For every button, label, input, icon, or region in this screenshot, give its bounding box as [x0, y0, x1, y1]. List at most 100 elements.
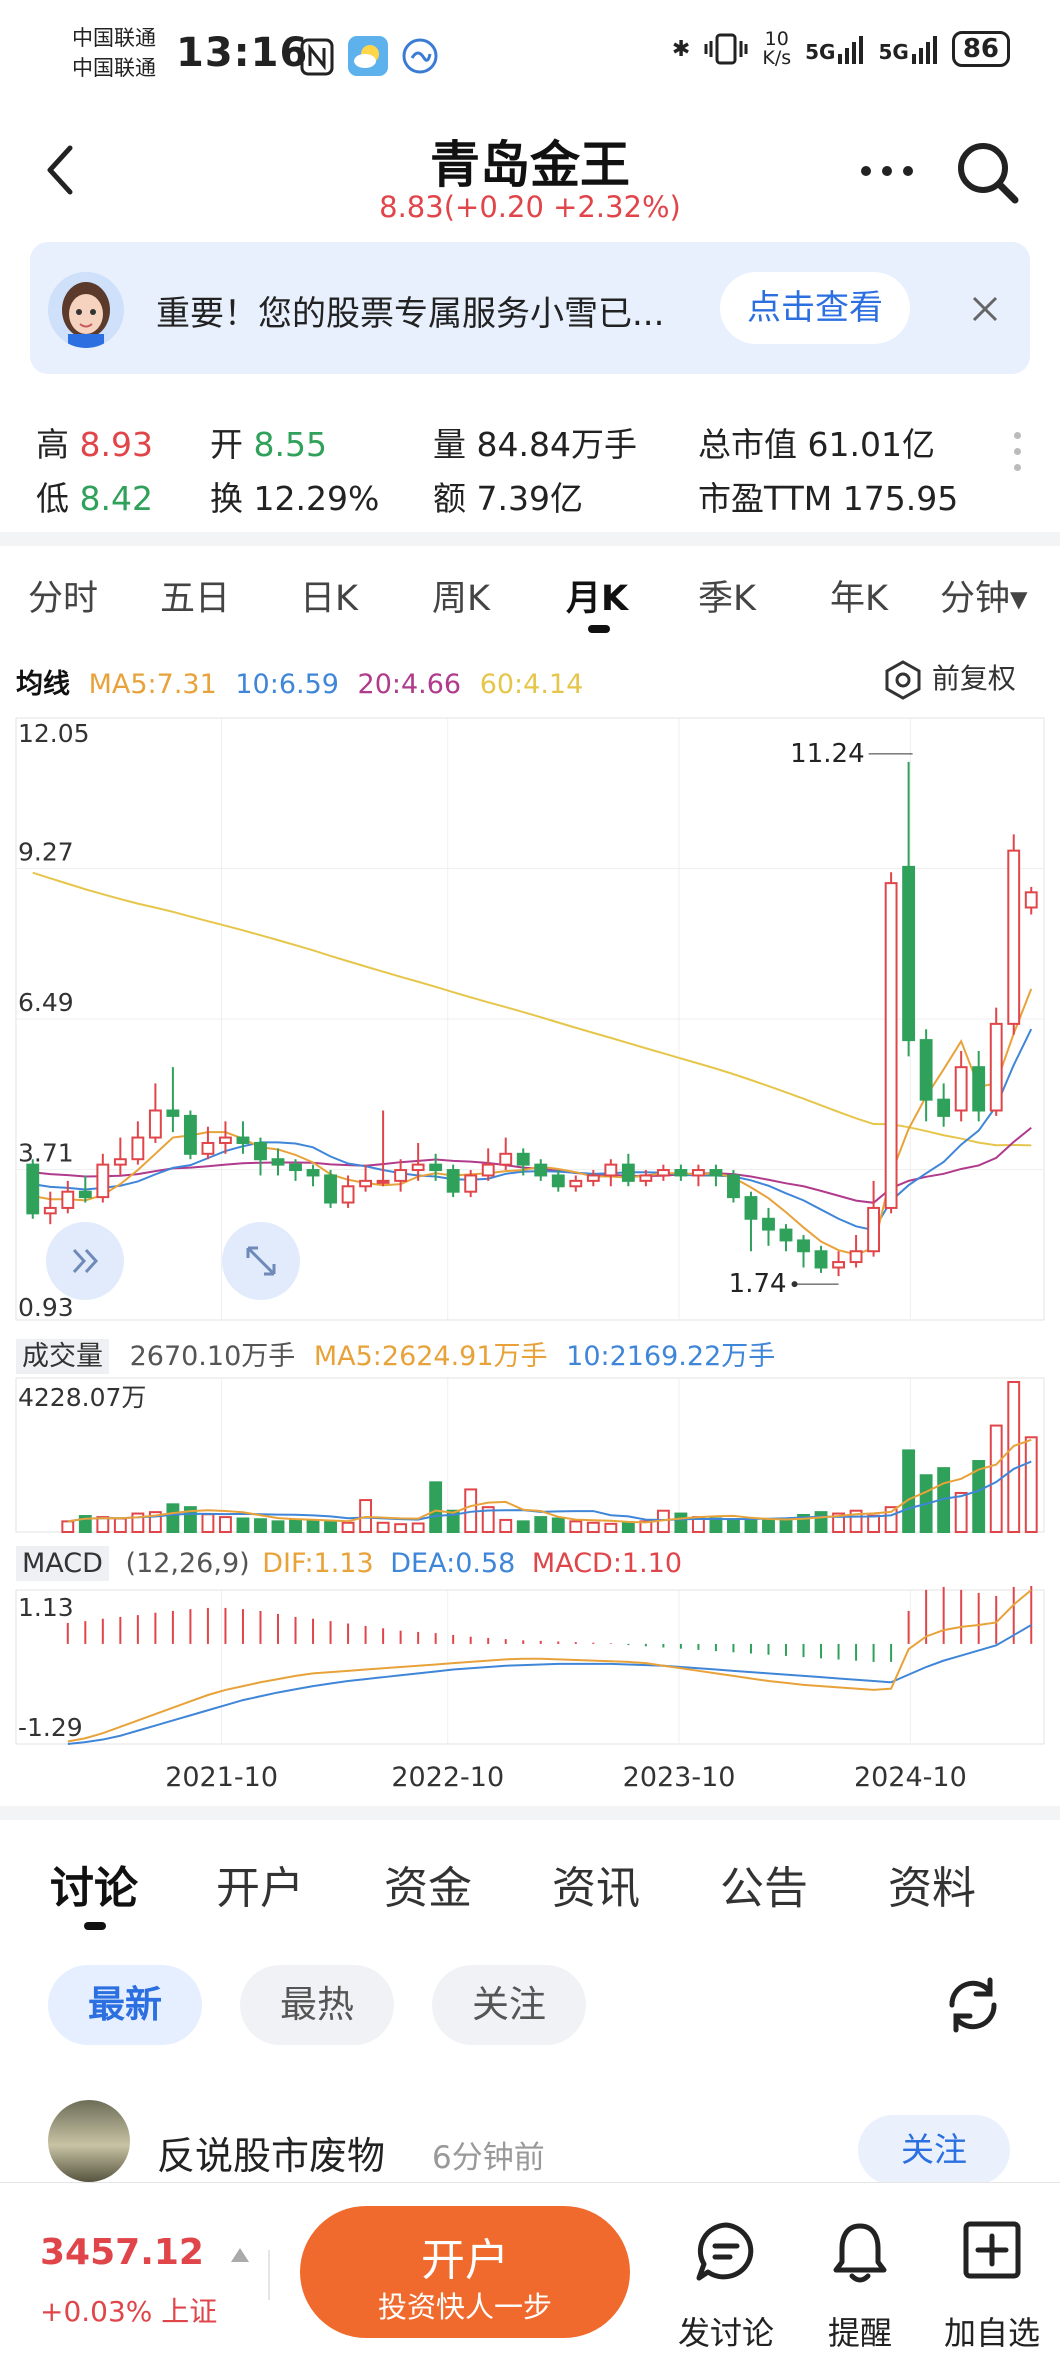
candle-body: [621, 1163, 635, 1182]
period-tab-7[interactable]: 分钟▾: [940, 570, 1028, 621]
candle-body: [954, 1066, 968, 1112]
close-icon[interactable]: [970, 294, 1000, 324]
candle-body: [113, 1158, 127, 1166]
bottom-divider: [268, 2250, 270, 2300]
post-author-avatar[interactable]: [48, 2100, 130, 2182]
expand-side-button[interactable]: [46, 1222, 124, 1300]
detail-tab-0[interactable]: 讨论: [50, 1852, 138, 1916]
candle-body: [394, 1169, 408, 1182]
post-author-name[interactable]: 反说股市废物: [157, 2125, 385, 2180]
period-tab-1[interactable]: 五日: [160, 570, 230, 621]
candle-body: [201, 1141, 215, 1155]
candle-body: [516, 1152, 530, 1166]
open-account-button[interactable]: 开户 投资快人一步: [300, 2206, 630, 2338]
period-tab-indicator: [588, 625, 610, 633]
index-change[interactable]: +0.03% 上证: [40, 2290, 217, 2330]
detail-tab-1[interactable]: 开户: [216, 1852, 304, 1916]
stat-market-cap: 总市值 61.01亿: [698, 425, 935, 464]
candle-body: [481, 1163, 495, 1177]
ma-legend: 均线 MA5:7.31 10:6.59 20:4.66 60:4.14: [16, 662, 583, 701]
candle-body: [762, 1217, 775, 1231]
follow-button[interactable]: 关注: [858, 2115, 1010, 2185]
candle-body: [727, 1174, 740, 1199]
signal-1: 5G: [805, 34, 864, 64]
candle-body: [26, 1163, 40, 1215]
net-speed-unit: K/s: [762, 47, 792, 69]
detail-tab-3[interactable]: 资讯: [552, 1852, 640, 1916]
status-bar: 中国联通 中国联通 13:16 ✱ 10 K/s 5G 5G 86: [0, 0, 1060, 110]
period-tab-3[interactable]: 周K: [432, 570, 490, 621]
ma20-value: 20:4.66: [357, 669, 462, 700]
detail-tab-4[interactable]: 公告: [720, 1852, 808, 1916]
volume-bar: [762, 1518, 775, 1533]
candle-body: [166, 1109, 180, 1117]
volume-bar: [744, 1519, 758, 1533]
battery-indicator: 86: [951, 31, 1010, 67]
banner-view-button[interactable]: 点击查看: [720, 272, 910, 344]
candle-body: [96, 1163, 110, 1199]
candle-body: [499, 1152, 513, 1166]
candlestick-chart[interactable]: 12.059.276.493.710.9311.241.74: [0, 700, 1060, 1330]
candle-body: [867, 1206, 881, 1253]
period-tab-0[interactable]: 分时: [28, 570, 98, 621]
x-tick-label: 2024-10: [854, 1762, 967, 1793]
candle-body: [674, 1169, 688, 1177]
volume-label[interactable]: 成交量: [16, 1339, 109, 1374]
candle-body: [43, 1206, 57, 1215]
stat-low: 低 8.42: [36, 479, 153, 518]
candle-body: [639, 1174, 653, 1182]
volume-legend: 成交量 2670.10万手 MA5:2624.91万手 10:2169.22万手: [16, 1334, 775, 1374]
carrier-1: 中国联通: [72, 26, 156, 50]
more-icon[interactable]: [860, 165, 914, 177]
detail-tab-5[interactable]: 资料: [888, 1852, 976, 1916]
ma-label: 均线: [16, 669, 70, 700]
add-square-icon: [963, 2221, 1021, 2279]
macd-chart[interactable]: 1.13 -1.29 2021-10 2022-10 2023-10 2024-10: [0, 1586, 1060, 1800]
post-time: 6分钟前: [432, 2140, 545, 2176]
sort-following[interactable]: 关注: [432, 1965, 586, 2045]
sort-latest[interactable]: 最新: [48, 1965, 202, 2045]
period-tab-4[interactable]: 月K: [566, 570, 628, 621]
volume-bar: [271, 1520, 285, 1534]
period-tab-5[interactable]: 季K: [698, 570, 756, 621]
candle-body: [254, 1141, 267, 1161]
vibrate-icon: [704, 33, 748, 65]
ma5-line: [32, 988, 1033, 1256]
dea-line: [67, 1624, 1032, 1745]
more-stats-handle[interactable]: [1014, 432, 1022, 480]
sort-hottest[interactable]: 最热: [240, 1965, 394, 2045]
ma10-line: [32, 1028, 1033, 1232]
volume-bar: [236, 1517, 250, 1533]
service-banner[interactable]: 重要！您的股票专属服务小雪已... 点击查看: [30, 242, 1030, 374]
volume-bar: [306, 1519, 320, 1534]
candle-body: [919, 1039, 933, 1101]
weather-icon: [348, 36, 388, 76]
period-tab-2[interactable]: 日K: [300, 570, 358, 621]
candle-body: [306, 1169, 320, 1177]
candle-body: [604, 1163, 618, 1177]
macd-y-tick-top: 1.13: [18, 1593, 74, 1622]
fullscreen-button[interactable]: [222, 1222, 300, 1300]
detail-tab-2[interactable]: 资金: [384, 1852, 472, 1916]
refresh-icon[interactable]: [940, 1972, 1006, 2038]
section-divider: [0, 1806, 1060, 1820]
candle-body: [131, 1136, 145, 1161]
index-value[interactable]: 3457.12: [40, 2232, 251, 2273]
price-adjust-toggle[interactable]: 前复权: [883, 657, 1016, 700]
candle-body: [797, 1239, 810, 1253]
search-icon[interactable]: [955, 140, 1021, 206]
candle-body: [691, 1169, 705, 1177]
banner-message: 重要！您的股票专属服务小雪已...: [156, 294, 665, 334]
volume-bar: [727, 1518, 740, 1533]
volume-bar: [499, 1518, 513, 1534]
bell-icon: [833, 2223, 887, 2283]
candle-body: [411, 1163, 425, 1172]
volume-chart[interactable]: 4228.07万: [0, 1372, 1060, 1536]
candle-body: [656, 1169, 670, 1177]
volume-bar: [902, 1449, 916, 1533]
period-tab-6[interactable]: 年K: [830, 570, 888, 621]
candle-body: [271, 1158, 285, 1166]
volume-bar: [516, 1520, 530, 1534]
macd-params: (12,26,9): [125, 1548, 250, 1579]
macd-label[interactable]: MACD: [16, 1546, 109, 1581]
